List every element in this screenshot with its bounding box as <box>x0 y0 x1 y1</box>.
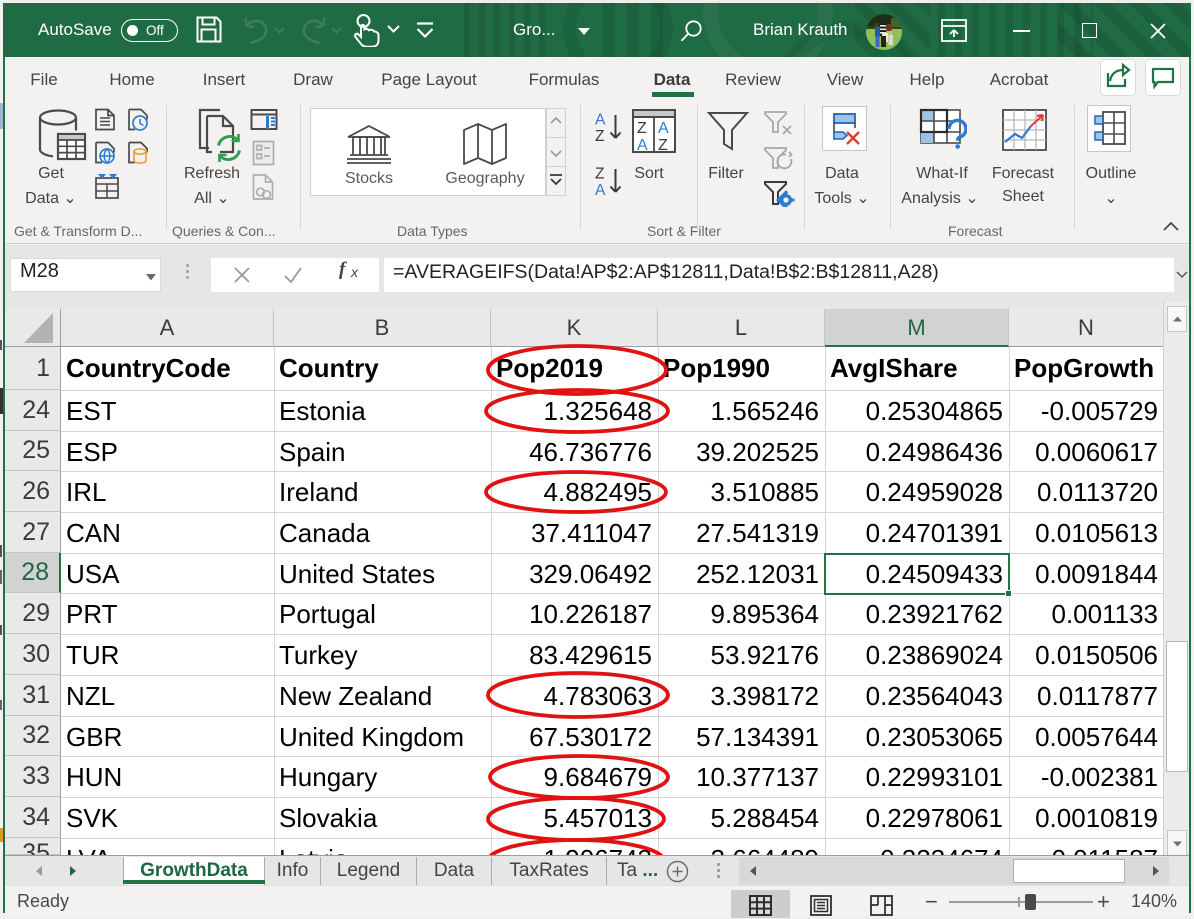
svg-text:A: A <box>658 120 669 137</box>
svg-text:Z: Z <box>595 128 604 145</box>
svg-text:A: A <box>637 137 648 154</box>
svg-text:A: A <box>595 182 606 199</box>
svg-text:Z: Z <box>658 137 668 154</box>
svg-text:Z: Z <box>637 120 647 137</box>
svg-text:Z: Z <box>595 166 604 183</box>
svg-text:A: A <box>595 112 606 129</box>
